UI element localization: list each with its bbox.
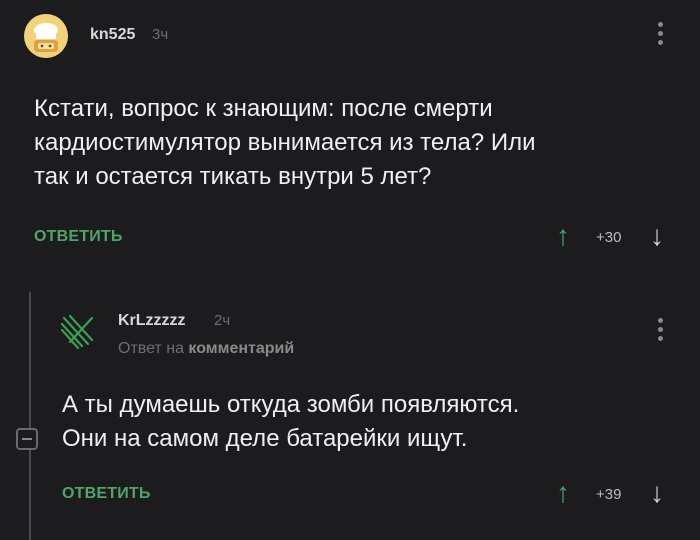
reply-button[interactable]: ОТВЕТИТЬ <box>62 485 151 503</box>
reply-timestamp: 2ч <box>214 312 231 329</box>
reply-to-target[interactable]: комментарий <box>188 340 294 357</box>
comment-line: Кстати, вопрос к знающим: после смерти <box>34 95 493 122</box>
reply-score: +39 <box>596 486 622 503</box>
timestamp: 3ч <box>152 26 169 43</box>
more-options-icon[interactable] <box>657 22 665 49</box>
username[interactable]: kn525 <box>90 26 135 44</box>
comment-line: так и остается тикать внутри 5 лет? <box>34 163 432 190</box>
more-options-icon[interactable] <box>657 318 665 345</box>
reply-username[interactable]: KrLzzzzz <box>118 312 186 330</box>
reply-to-prefix: Ответ на <box>118 340 184 357</box>
reply-button[interactable]: ОТВЕТИТЬ <box>34 228 123 246</box>
arrow-down-icon[interactable]: ↓ <box>650 479 664 507</box>
reply-body: А ты думаешь откуда зомби появляются. Он… <box>62 388 672 456</box>
comment-line: кардиостимулятор вынимается из тела? Или <box>34 129 536 156</box>
arrow-up-icon[interactable]: ↑ <box>556 479 570 507</box>
striped-avatar-icon[interactable] <box>58 312 98 352</box>
arrow-up-icon[interactable]: ↑ <box>556 222 570 250</box>
thread-line <box>29 292 31 540</box>
reply-to-label[interactable]: Ответ на комментарий <box>118 340 294 358</box>
chef-avatar-icon[interactable] <box>24 14 68 58</box>
score: +30 <box>596 229 622 246</box>
collapse-thread-button[interactable] <box>16 428 38 450</box>
comment-body: Кстати, вопрос к знающим: после смерти к… <box>34 92 674 194</box>
reply-line: А ты думаешь откуда зомби появляются. <box>62 391 520 418</box>
reply-line: Они на самом деле батарейки ищут. <box>62 425 468 452</box>
arrow-down-icon[interactable]: ↓ <box>650 222 664 250</box>
